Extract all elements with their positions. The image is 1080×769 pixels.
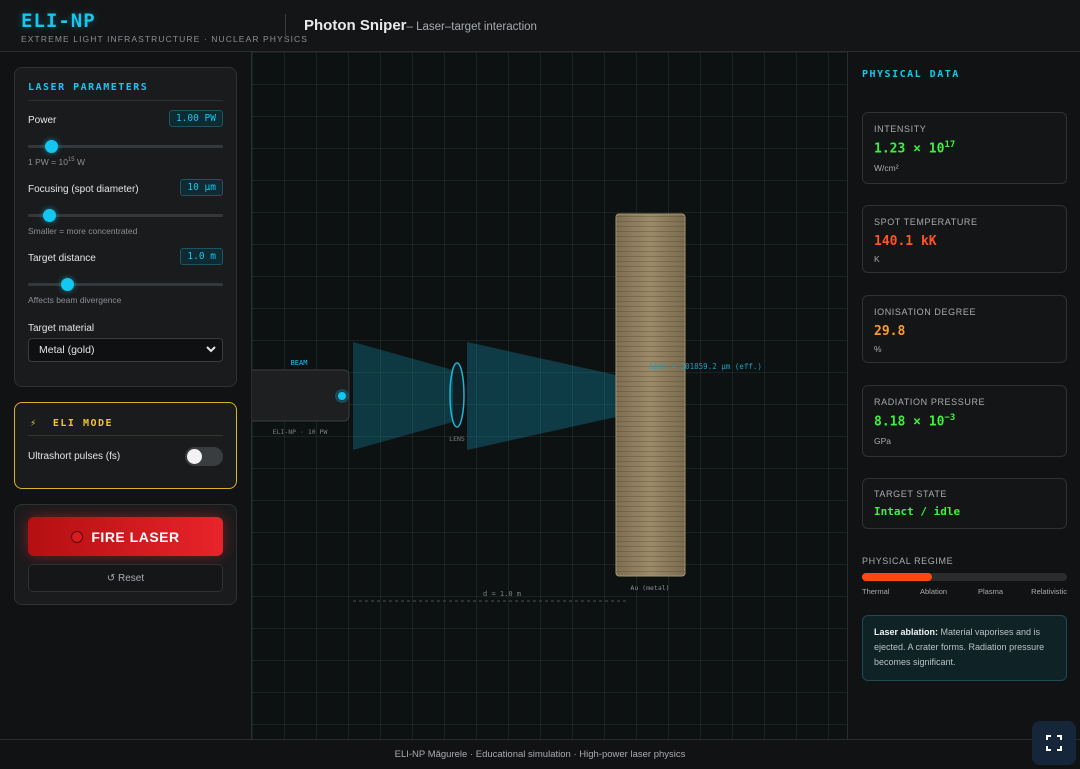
- brand-subtitle: EXTREME LIGHT INFRASTRUCTURE · NUCLEAR P…: [21, 34, 309, 44]
- temperature-value: 140.1 kK: [874, 234, 937, 249]
- pressure-value: 8.18 × 10−3: [874, 413, 955, 429]
- divider: [28, 435, 223, 436]
- focusing-hint: Smaller = more concentrated: [28, 226, 138, 236]
- material-select[interactable]: Metal (gold): [28, 338, 223, 362]
- regime-tick-thermal: Thermal: [862, 587, 890, 596]
- power-hint: 1 PW = 1015 W: [28, 157, 85, 167]
- laser-device: [252, 369, 350, 422]
- lens-label: LENS: [449, 435, 465, 443]
- power-value: 1.00 PW: [168, 110, 223, 127]
- reset-button[interactable]: ↺ Reset: [28, 564, 223, 592]
- laser-parameters-panel: LASER PARAMETERS Power 1.00 PW 1 PW = 10…: [14, 67, 237, 387]
- pressure-unit: GPa: [874, 436, 892, 446]
- target-state-value: Intact / idle: [874, 505, 961, 518]
- eli-mode-title: ⚡ ELI MODE: [30, 418, 113, 429]
- fullscreen-icon: [1046, 735, 1062, 751]
- beam-cone-in: [353, 342, 453, 450]
- power-hint-unit: W: [74, 157, 86, 167]
- eli-mode-title-text: ELI MODE: [52, 418, 114, 429]
- fire-laser-button[interactable]: FIRE LASER: [28, 517, 223, 556]
- pressure-label: RADIATION PRESSURE: [874, 397, 986, 407]
- power-hint-base: 1 PW = 10: [28, 157, 68, 167]
- simulation-stage: BEAM ELI-NP · 10 PW LENS Au (metal) Spot…: [252, 52, 847, 739]
- physical-data-sidebar: PHYSICAL DATA INTENSITY 1.23 × 1017 W/cm…: [847, 52, 1080, 739]
- pressure-card: RADIATION PRESSURE 8.18 × 10−3 GPa: [862, 385, 1067, 457]
- focusing-slider-thumb[interactable]: [43, 209, 57, 222]
- regime-tick-relativistic: Relativistic: [1031, 587, 1067, 596]
- distance-slider[interactable]: [28, 278, 223, 291]
- chevron-down-icon: [206, 346, 216, 353]
- regime-tick-plasma: Plasma: [978, 587, 1004, 596]
- distance-slider-thumb[interactable]: [61, 278, 74, 291]
- page-title-main: Photon Sniper: [304, 17, 407, 34]
- regime-label: PHYSICAL REGIME: [862, 556, 954, 566]
- laser-aperture-glow: [335, 389, 349, 403]
- temperature-card: SPOT TEMPERATURE 140.1 kK K: [862, 205, 1067, 273]
- target-state-label: TARGET STATE: [874, 489, 948, 499]
- record-dot-icon: [71, 530, 84, 543]
- distance-hint: Affects beam divergence: [28, 295, 122, 305]
- distance-value: 1.0 m: [180, 248, 223, 265]
- material-selected: Metal (gold): [39, 344, 95, 356]
- intensity-card: INTENSITY 1.23 × 1017 W/cm²: [862, 112, 1067, 184]
- stage-canvas: BEAM ELI-NP · 10 PW LENS Au (metal) Spot…: [252, 213, 762, 602]
- brand-logo: ELI-NP: [21, 10, 96, 32]
- brand: ELI-NP EXTREME LIGHT INFRASTRUCTURE · NU…: [21, 10, 308, 44]
- ionisation-label: IONISATION DEGREE: [874, 307, 977, 317]
- material-control: Target material: [28, 323, 223, 334]
- fire-laser-label: FIRE LASER: [91, 528, 180, 545]
- regime-info-heading: Laser ablation:: [874, 627, 939, 637]
- intensity-unit: W/cm²: [874, 163, 899, 173]
- regime-info-box: Laser ablation: Material vaporises and i…: [862, 615, 1067, 681]
- page-title-sub: – Laser–target interaction: [406, 21, 537, 33]
- target-plate: [615, 213, 686, 577]
- temperature-unit: K: [874, 254, 880, 264]
- material-label: Target material: [28, 323, 95, 334]
- target-state-card: TARGET STATE Intact / idle: [862, 478, 1067, 529]
- controls-sidebar: LASER PARAMETERS Power 1.00 PW 1 PW = 10…: [0, 52, 252, 739]
- focusing-slider[interactable]: [28, 209, 223, 222]
- intensity-label: INTENSITY: [874, 124, 927, 134]
- regime-tick-ablation: Ablation: [920, 587, 948, 596]
- power-hint-exponent: 15: [67, 157, 75, 164]
- intensity-mantissa: 1.23 × 10: [874, 141, 945, 157]
- intensity-value: 1.23 × 1017: [874, 140, 955, 156]
- app-header: ELI-NP EXTREME LIGHT INFRASTRUCTURE · NU…: [0, 0, 1080, 52]
- laser-parameters-title: LASER PARAMETERS: [28, 82, 149, 93]
- page-title: Photon Sniper– Laser–target interaction: [304, 17, 537, 35]
- eli-mode-panel: ⚡ ELI MODE Ultrashort pulses (fs): [14, 402, 237, 489]
- toggle-knob: [187, 449, 202, 464]
- physical-data-title: PHYSICAL DATA: [862, 69, 960, 80]
- spot-label: Spot ≈ 101859.2 µm (eff.): [649, 362, 762, 371]
- pressure-mantissa: 8.18 × 10: [874, 414, 945, 430]
- distance-label: d = 1.0 m: [483, 590, 521, 598]
- focusing-value: 10 µm: [180, 179, 223, 196]
- ultrashort-toggle[interactable]: [185, 447, 223, 466]
- power-control: Power 1.00 PW 1 PW = 1015 W: [28, 110, 223, 167]
- fullscreen-button[interactable]: [1032, 721, 1076, 765]
- divider: [28, 100, 223, 101]
- ionisation-unit: %: [874, 344, 882, 354]
- ultrashort-label: Ultrashort pulses (fs): [28, 451, 121, 462]
- regime-bar-fill: [862, 573, 932, 581]
- power-slider-thumb[interactable]: [45, 140, 59, 153]
- action-panel: FIRE LASER ↺ Reset: [14, 504, 237, 605]
- regime-bar: [862, 573, 1067, 581]
- beam-label: BEAM: [291, 359, 308, 367]
- lightning-icon: ⚡: [30, 419, 38, 429]
- header-divider: [285, 14, 286, 38]
- beam-cone-out: [467, 342, 616, 450]
- app-footer: ELI-NP Măgurele · Educational simulation…: [0, 739, 1080, 769]
- ionisation-value: 29.8: [874, 324, 906, 339]
- lens: [449, 362, 465, 428]
- ionisation-card: IONISATION DEGREE 29.8 %: [862, 295, 1067, 363]
- target-label: Au (metal): [630, 584, 669, 592]
- laser-label: ELI-NP · 10 PW: [273, 428, 328, 436]
- pressure-exponent: −3: [944, 413, 956, 423]
- distance-control: Target distance 1.0 m Affects beam diver…: [28, 248, 223, 305]
- focusing-control: Focusing (spot diameter) 10 µm Smaller =…: [28, 179, 223, 236]
- intensity-exponent: 17: [944, 140, 956, 150]
- temperature-label: SPOT TEMPERATURE: [874, 217, 978, 227]
- power-slider[interactable]: [28, 140, 223, 153]
